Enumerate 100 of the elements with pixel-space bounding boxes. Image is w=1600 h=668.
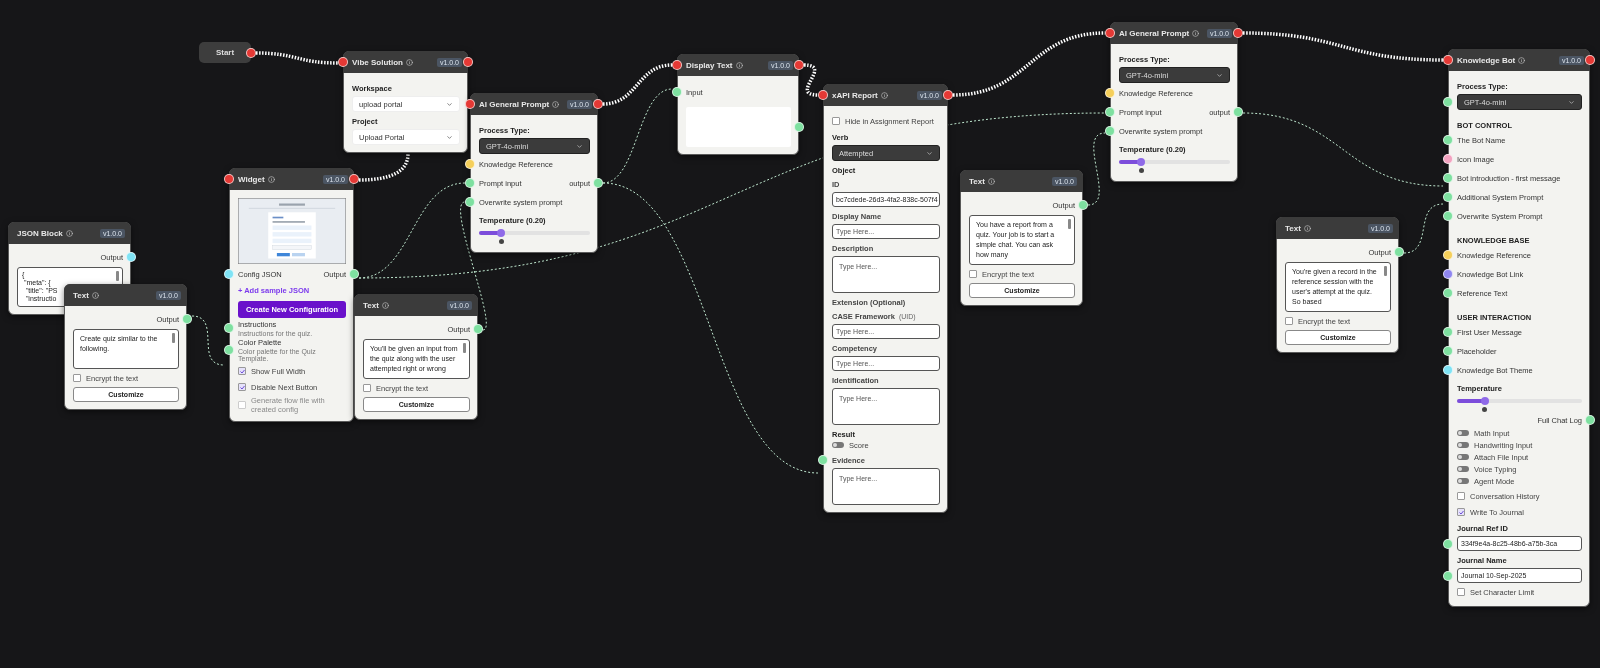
port-dot[interactable] [1585, 415, 1595, 425]
port-dot[interactable] [182, 314, 192, 324]
port-dot[interactable] [1443, 288, 1453, 298]
port-dot[interactable] [1078, 200, 1088, 210]
node-header[interactable] [470, 93, 598, 115]
node-header[interactable] [343, 51, 468, 73]
port-dot[interactable] [465, 99, 475, 109]
port-dot[interactable] [126, 252, 136, 262]
info-icon[interactable] [1192, 29, 1200, 37]
checkbox[interactable] [73, 374, 81, 382]
port-dot[interactable] [1443, 538, 1453, 549]
port-dot[interactable] [224, 269, 234, 279]
checkbox[interactable] [238, 383, 246, 391]
port-dot[interactable] [463, 57, 473, 67]
port-dot[interactable] [1443, 211, 1453, 221]
port-dot[interactable] [1443, 365, 1453, 375]
info-icon[interactable] [1518, 56, 1526, 64]
slider-thumb[interactable] [1137, 158, 1146, 166]
info-icon[interactable] [267, 175, 275, 183]
node-header[interactable] [677, 54, 799, 76]
port-dot[interactable] [794, 122, 804, 132]
port-dot[interactable] [1105, 107, 1115, 117]
port-dot[interactable] [224, 345, 234, 355]
scrollbar-thumb[interactable] [463, 343, 466, 353]
port-dot[interactable] [593, 178, 603, 188]
checkbox[interactable] [363, 384, 371, 392]
node-header[interactable] [1448, 49, 1590, 71]
node-title: Display Text [686, 60, 733, 70]
toggle-switch[interactable] [1457, 442, 1469, 448]
port-dot[interactable] [1443, 173, 1453, 183]
node-header[interactable] [354, 294, 478, 316]
toggle-switch[interactable] [1457, 466, 1469, 472]
port-dot[interactable] [1443, 154, 1453, 164]
port-dot[interactable] [224, 174, 234, 184]
port-dot[interactable] [473, 324, 483, 334]
info-icon[interactable] [381, 301, 389, 309]
port-dot[interactable] [1443, 327, 1453, 337]
port-dot[interactable] [1443, 570, 1453, 581]
info-icon[interactable] [1303, 224, 1311, 232]
port-dot[interactable] [1105, 126, 1115, 136]
checkbox[interactable] [1285, 317, 1293, 325]
info-icon[interactable] [91, 291, 99, 299]
toggle-switch[interactable] [1457, 454, 1469, 460]
port-dot[interactable] [349, 269, 359, 279]
node-header[interactable] [229, 168, 354, 190]
port-dot[interactable] [465, 159, 475, 169]
port-dot[interactable] [1443, 97, 1453, 107]
info-icon[interactable] [987, 177, 995, 185]
port-dot[interactable] [593, 99, 603, 109]
port-dot[interactable] [1443, 135, 1453, 145]
port-dot[interactable] [818, 455, 828, 465]
port-dot[interactable] [1233, 28, 1243, 38]
info-icon[interactable] [552, 100, 560, 108]
port-dot[interactable] [1233, 107, 1243, 117]
scrollbar-thumb[interactable] [116, 271, 119, 281]
node-header[interactable] [823, 84, 948, 106]
info-icon[interactable] [880, 91, 888, 99]
port-dot[interactable] [1394, 247, 1404, 257]
port-dot[interactable] [1105, 88, 1115, 98]
toggle-switch[interactable] [832, 442, 844, 448]
info-icon[interactable] [405, 58, 413, 66]
toggle-switch[interactable] [1457, 478, 1469, 484]
node-header[interactable] [1276, 217, 1399, 239]
port-dot[interactable] [349, 174, 359, 184]
info-icon[interactable] [735, 61, 743, 69]
port-dot[interactable] [224, 323, 234, 333]
start-node[interactable] [199, 42, 251, 63]
checkbox[interactable] [1457, 508, 1465, 516]
port-dot[interactable] [1443, 55, 1453, 65]
node-header[interactable] [960, 170, 1083, 192]
port-dot[interactable] [1105, 28, 1115, 38]
slider-thumb[interactable] [1480, 397, 1489, 405]
node-header[interactable] [64, 284, 187, 306]
checkbox[interactable] [1457, 588, 1465, 596]
port-dot[interactable] [465, 197, 475, 207]
checkbox[interactable] [832, 117, 840, 125]
port-dot[interactable] [672, 60, 682, 70]
port-dot[interactable] [246, 47, 256, 58]
port-dot[interactable] [338, 57, 348, 67]
slider-thumb[interactable] [497, 229, 506, 237]
checkbox[interactable] [1457, 492, 1465, 500]
info-icon[interactable] [65, 229, 73, 237]
node-header[interactable] [1110, 22, 1238, 44]
checkbox[interactable] [238, 367, 246, 375]
port-dot[interactable] [672, 87, 682, 97]
checkbox[interactable] [969, 270, 977, 278]
toggle-switch[interactable] [1457, 430, 1469, 436]
scrollbar-thumb[interactable] [1384, 266, 1387, 276]
port-dot[interactable] [794, 60, 804, 70]
node-header[interactable] [8, 222, 131, 244]
scrollbar-thumb[interactable] [172, 333, 175, 343]
port-dot[interactable] [1443, 250, 1453, 260]
port-dot[interactable] [943, 90, 953, 100]
port-dot[interactable] [1443, 346, 1453, 356]
port-dot[interactable] [1585, 55, 1595, 65]
port-dot[interactable] [465, 178, 475, 188]
scrollbar-thumb[interactable] [1068, 219, 1071, 229]
port-dot[interactable] [1443, 269, 1453, 279]
port-dot[interactable] [1443, 192, 1453, 202]
port-dot[interactable] [818, 90, 828, 100]
